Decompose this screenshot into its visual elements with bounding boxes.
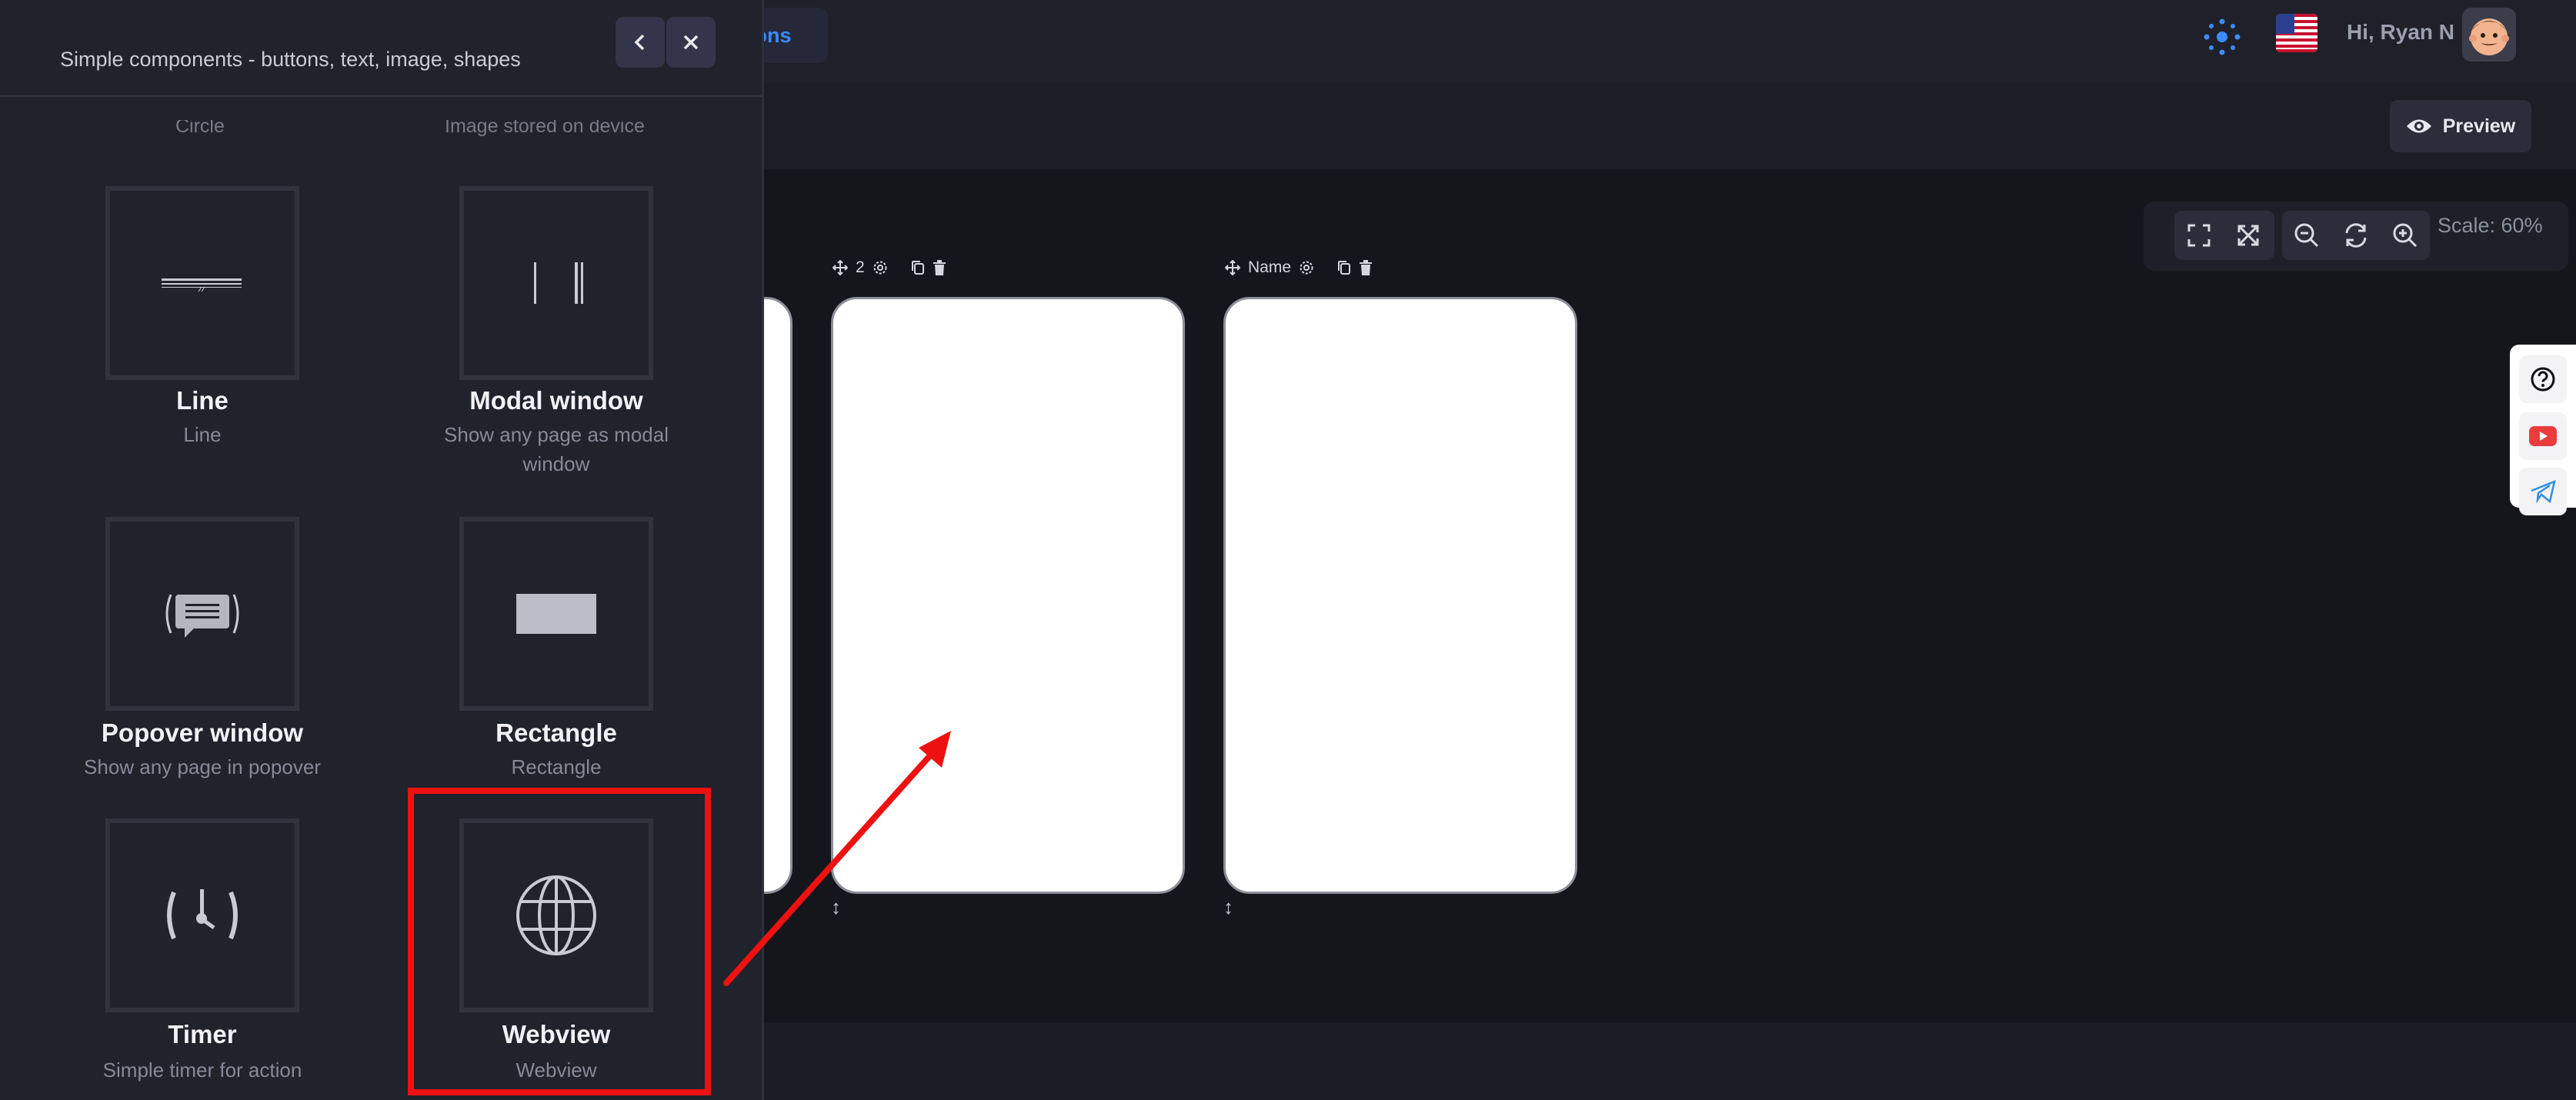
fit-screen-button[interactable] (2224, 211, 2273, 260)
zoom-in-icon (2393, 223, 2418, 248)
component-rectangle[interactable] (459, 517, 653, 711)
fullscreen-button[interactable] (2174, 211, 2224, 260)
arrow-annotation (723, 731, 951, 986)
component-timer[interactable] (105, 818, 299, 1012)
move-icon[interactable] (833, 260, 848, 275)
component-desc: Show any page as modal window (444, 423, 669, 475)
copy-icon[interactable] (911, 260, 925, 275)
preview-label: Preview (2442, 115, 2516, 137)
question-icon (2531, 367, 2555, 392)
timer-icon (167, 889, 238, 940)
telegram-button[interactable] (2519, 468, 2567, 515)
highlight-box (408, 788, 711, 1095)
panel-subtitle: Simple components - buttons, text, image… (60, 48, 521, 71)
settings-icon[interactable] (1299, 260, 1314, 275)
rectangle-icon (516, 594, 596, 634)
component-desc: Show any page in popover (84, 755, 321, 778)
component-desc: Rectangle (511, 755, 602, 778)
youtube-icon (2529, 426, 2557, 446)
back-button[interactable] (616, 17, 665, 68)
component-title: Popover window (101, 718, 304, 747)
us-flag-icon[interactable] (2276, 14, 2317, 52)
page-header-name: Name (1225, 258, 1373, 277)
fullscreen-icon (2187, 224, 2211, 247)
page-header-2: 2 (833, 258, 946, 277)
telegram-icon (2531, 480, 2556, 503)
cut-label-left: Circle (175, 120, 225, 137)
popover-icon (165, 594, 239, 638)
panel-divider (0, 95, 762, 97)
chevron-left-icon (634, 34, 645, 51)
avatar-face-icon (2462, 8, 2516, 62)
component-title: Timer (168, 1020, 237, 1048)
close-icon (683, 35, 699, 50)
loading-icon (2204, 18, 2241, 55)
zoom-out-icon (2294, 223, 2319, 248)
user-greeting: Hi, Ryan N (2347, 20, 2455, 44)
avatar[interactable] (2462, 8, 2516, 62)
close-button[interactable] (666, 17, 716, 68)
component-desc: Line (183, 423, 222, 446)
component-line[interactable] (105, 186, 299, 380)
youtube-button[interactable] (2519, 412, 2567, 460)
component-popover-window[interactable] (105, 517, 299, 711)
cut-label-right: Image stored on device (445, 120, 645, 137)
scale-label: Scale: 60% (2438, 214, 2543, 237)
component-title: Line (176, 386, 229, 415)
component-title: Modal window (469, 386, 643, 415)
help-widget (2510, 345, 2576, 515)
zoom-in-button[interactable] (2381, 211, 2430, 260)
refresh-icon (2345, 223, 2367, 248)
component-desc: Simple timer for action (102, 1058, 302, 1082)
eye-icon (2406, 119, 2431, 133)
line-icon (162, 278, 242, 292)
move-icon[interactable] (1225, 260, 1240, 275)
zoom-out-button[interactable] (2282, 211, 2331, 260)
resize-handle-icon[interactable]: ↕ (1223, 895, 1233, 919)
preview-button[interactable]: Preview (2390, 100, 2531, 152)
trash-icon[interactable] (1359, 260, 1373, 275)
page-label-name[interactable]: Name (1248, 258, 1291, 277)
settings-icon[interactable] (873, 260, 888, 275)
modal-window-icon (534, 262, 583, 304)
component-modal-window[interactable] (459, 186, 653, 380)
expand-arrows-icon (2237, 225, 2259, 246)
page-label-2[interactable]: 2 (856, 258, 865, 277)
page-frame-name[interactable] (1223, 297, 1577, 894)
trash-icon[interactable] (933, 260, 946, 275)
copy-icon[interactable] (1337, 260, 1351, 275)
help-button[interactable] (2519, 355, 2567, 403)
reset-zoom-button[interactable] (2331, 211, 2381, 260)
component-title: Rectangle (496, 718, 617, 747)
